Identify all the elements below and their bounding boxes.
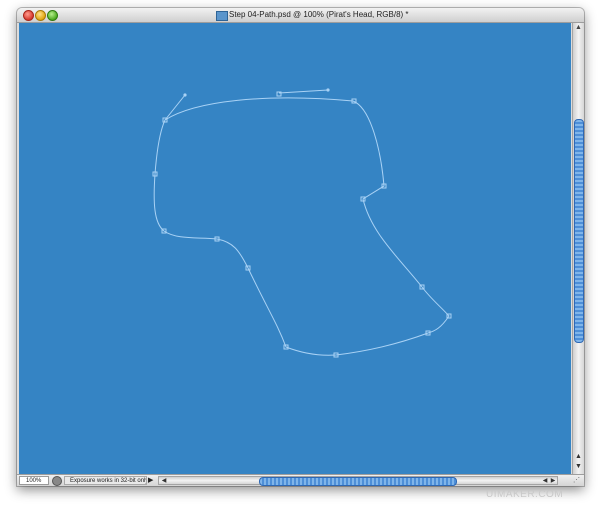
zoom-icon[interactable] <box>47 10 58 21</box>
status-bar: 100% Exposure works in 32-bit only ▶ ◀ ◀… <box>17 474 584 486</box>
scroll-up-icon[interactable]: ▲ <box>574 452 583 461</box>
watermark: UIMAKER.COM <box>486 489 564 500</box>
status-message: Exposure works in 32-bit only <box>64 476 147 485</box>
document-window: Step 04-Path.psd @ 100% (Pirat's Head, R… <box>17 8 584 486</box>
anchor-points <box>152 91 452 358</box>
scroll-down-icon[interactable]: ▼ <box>574 462 583 471</box>
info-icon[interactable] <box>52 476 62 486</box>
status-menu-arrow-icon[interactable]: ▶ <box>148 476 156 485</box>
canvas[interactable] <box>19 23 571 474</box>
document-icon <box>216 11 228 21</box>
vertical-scroll-thumb[interactable] <box>574 119 584 343</box>
path-overlay <box>152 88 452 358</box>
handle-point[interactable] <box>183 93 187 97</box>
scroll-left-icon[interactable]: ◀ <box>541 477 549 485</box>
handle-point[interactable] <box>326 88 330 92</box>
minimize-icon[interactable] <box>35 10 46 21</box>
vertical-scrollbar[interactable]: ▲ ▲ ▼ <box>572 23 584 474</box>
window-title: Step 04-Path.psd @ 100% (Pirat's Head, R… <box>229 10 409 19</box>
handle-line <box>278 89 329 94</box>
horizontal-scroll-thumb[interactable] <box>259 477 457 486</box>
scroll-left-icon[interactable]: ◀ <box>160 477 168 485</box>
horizontal-scrollbar[interactable]: ◀ ◀ ▶ <box>158 476 558 486</box>
zoom-level-field[interactable]: 100% <box>19 476 49 485</box>
resize-grip-icon[interactable]: ⋰ <box>573 476 582 485</box>
scroll-right-icon[interactable]: ▶ <box>549 477 557 485</box>
scroll-up-icon[interactable]: ▲ <box>574 24 583 32</box>
title-bar[interactable]: Step 04-Path.psd @ 100% (Pirat's Head, R… <box>17 8 584 23</box>
close-icon[interactable] <box>23 10 34 21</box>
pirate-head-path[interactable] <box>153 97 450 356</box>
handle-line <box>164 94 186 121</box>
